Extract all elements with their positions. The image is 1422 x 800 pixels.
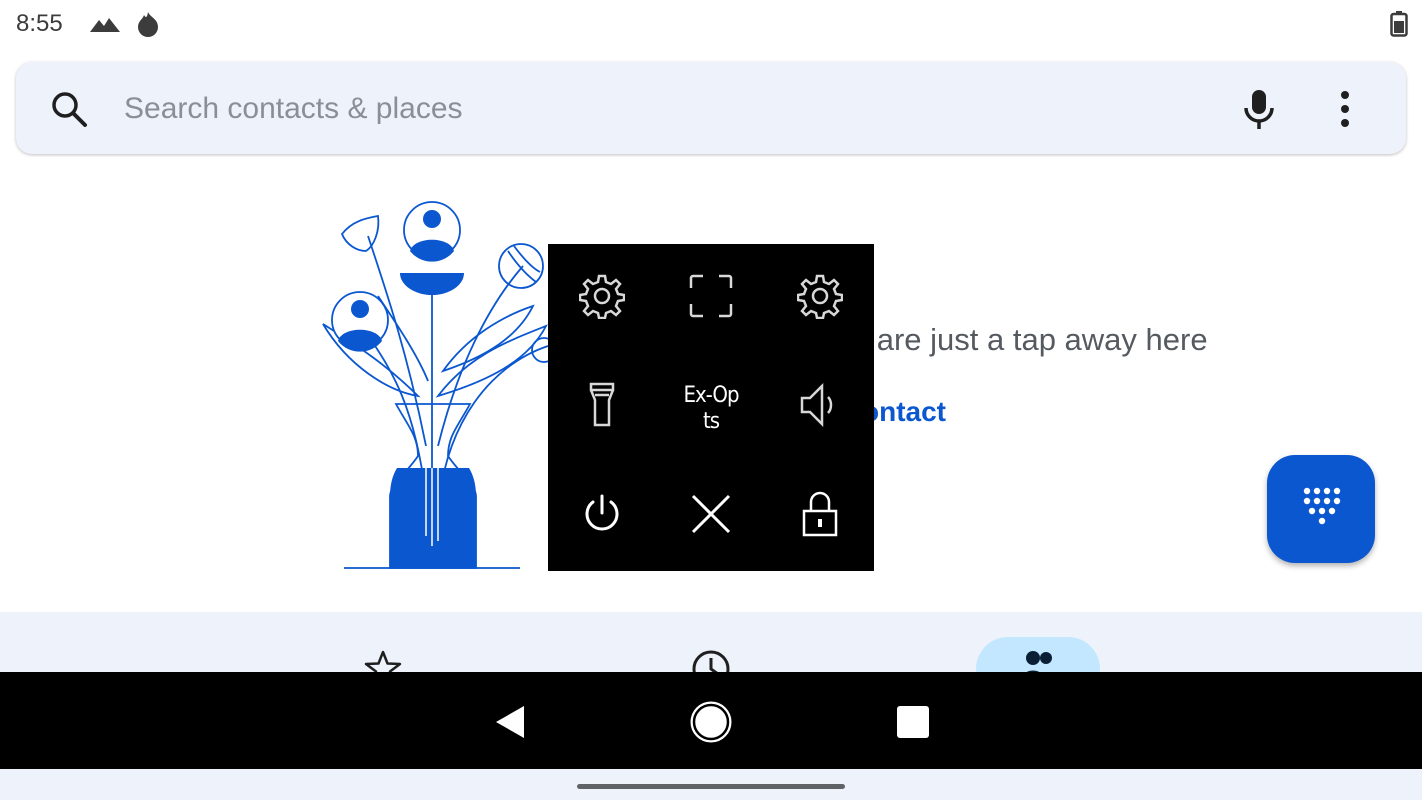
clock-icon[interactable] — [690, 648, 732, 672]
fullscreen-button[interactable] — [657, 244, 765, 352]
signal-mountain-icon — [90, 14, 120, 39]
gesture-handle[interactable] — [577, 784, 845, 789]
close-button[interactable] — [657, 462, 765, 570]
gesture-area — [0, 769, 1422, 800]
search-icon[interactable] — [50, 90, 88, 133]
battery-icon — [1390, 11, 1408, 42]
dialpad-icon — [1303, 487, 1341, 525]
dialpad-fab[interactable] — [1267, 455, 1375, 563]
ex-opts-label: Ex-Op ts — [683, 383, 739, 431]
search-bar[interactable]: Search contacts & places — [16, 62, 1406, 154]
system-nav-bar — [0, 672, 1422, 769]
status-bar: 8:55 — [0, 0, 1422, 50]
volume-icon — [800, 382, 840, 432]
flashlight-button[interactable] — [548, 353, 656, 461]
back-icon[interactable] — [494, 705, 526, 744]
floating-tools-panel: Ex-Op ts — [548, 244, 874, 571]
more-vert-icon[interactable] — [1338, 90, 1352, 133]
lock-button[interactable] — [766, 462, 874, 570]
fullscreen-icon — [689, 274, 733, 323]
gear-icon — [578, 273, 626, 324]
settings-button-2[interactable] — [766, 244, 874, 352]
home-icon[interactable] — [688, 699, 734, 750]
recents-icon[interactable] — [896, 705, 930, 744]
volume-button[interactable] — [766, 353, 874, 461]
flashlight-icon — [589, 382, 615, 433]
power-button[interactable] — [548, 462, 656, 570]
flame-icon — [134, 10, 162, 43]
power-icon — [582, 493, 622, 540]
mic-icon[interactable] — [1242, 88, 1276, 135]
empty-state-illustration — [318, 196, 557, 576]
close-icon — [691, 494, 731, 539]
people-icon[interactable] — [1022, 650, 1056, 672]
create-contact-link[interactable]: ontact — [862, 396, 946, 428]
status-time: 8:55 — [16, 10, 63, 37]
lock-icon — [802, 491, 838, 542]
search-input[interactable]: Search contacts & places — [124, 92, 463, 126]
gear-icon — [796, 273, 844, 324]
empty-state-message: ts are just a tap away here — [844, 322, 1208, 357]
star-icon[interactable] — [364, 650, 402, 672]
bottom-navigation — [0, 612, 1422, 672]
settings-button[interactable] — [548, 244, 656, 352]
ex-opts-button[interactable]: Ex-Op ts — [657, 353, 765, 461]
